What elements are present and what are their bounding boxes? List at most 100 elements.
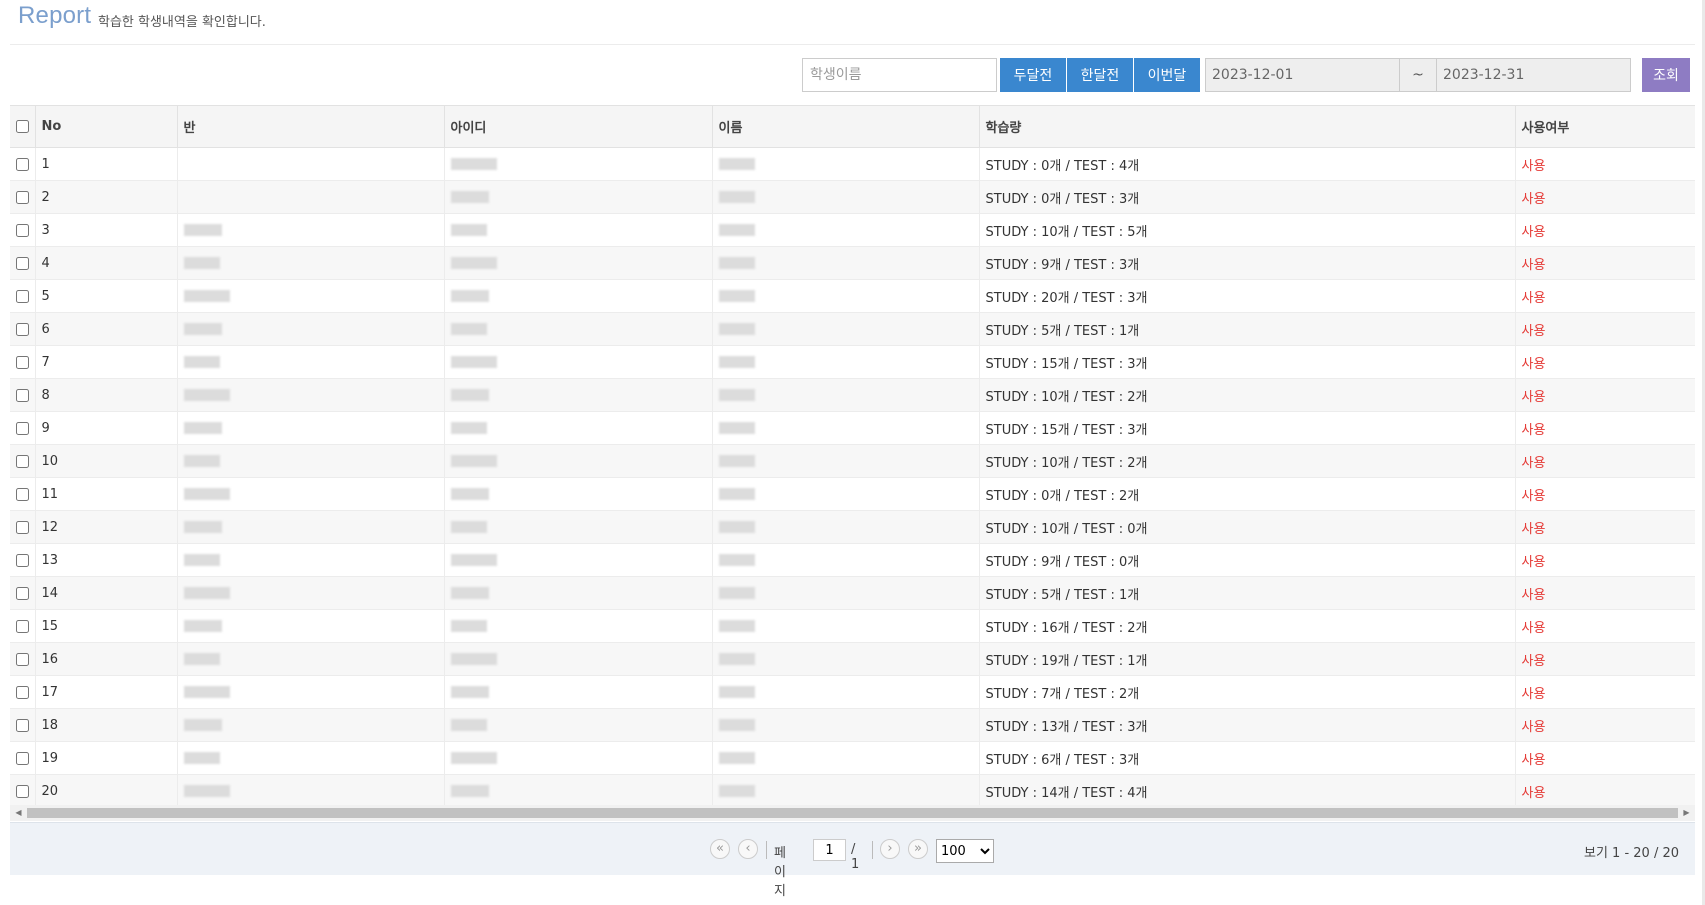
redacted-name [718,389,755,401]
row-checkbox[interactable] [15,586,29,600]
row-checkbox[interactable] [15,487,29,501]
row-id [444,312,713,346]
row-study-amount: STUDY : 19개 / TEST : 1개 [979,642,1516,676]
start-date-input[interactable]: 2023-12-01 [1205,58,1400,92]
row-checkbox[interactable] [15,751,29,765]
table-row[interactable]: 10 STUDY : 10개 / TEST : 2개 사용 [10,444,1695,478]
row-class [177,510,445,544]
redacted-class [183,620,222,632]
redacted-class [183,752,220,764]
search-button[interactable]: 조회 [1642,58,1690,92]
row-id [444,411,713,445]
end-date-input[interactable]: 2023-12-31 [1436,58,1631,92]
table-row[interactable]: 8 STUDY : 10개 / TEST : 2개 사용 [10,378,1695,412]
table-row[interactable]: 7 STUDY : 15개 / TEST : 3개 사용 [10,345,1695,379]
table-row[interactable]: 4 STUDY : 9개 / TEST : 3개 사용 [10,246,1695,280]
table-row[interactable]: 17 STUDY : 7개 / TEST : 2개 사용 [10,675,1695,709]
row-number: 13 [35,543,178,577]
table-row[interactable]: 2 STUDY : 0개 / TEST : 3개 사용 [10,180,1695,214]
page-size-select[interactable]: 100 [936,839,994,863]
this-month-button[interactable]: 이번달 [1134,58,1200,92]
row-number: 17 [35,675,178,709]
table-row[interactable]: 18 STUDY : 13개 / TEST : 3개 사용 [10,708,1695,742]
column-header-no[interactable]: No [35,105,178,148]
row-checkbox[interactable] [15,355,29,369]
table-row[interactable]: 5 STUDY : 20개 / TEST : 3개 사용 [10,279,1695,313]
redacted-class [183,323,222,335]
table-row[interactable]: 16 STUDY : 19개 / TEST : 1개 사용 [10,642,1695,676]
table-row[interactable]: 1 STUDY : 0개 / TEST : 4개 사용 [10,147,1695,181]
column-header-id[interactable]: 아이디 [444,105,713,148]
one-month-ago-button[interactable]: 한달전 [1067,58,1133,92]
column-header-usage[interactable]: 사용여부 [1515,105,1695,148]
select-all-checkbox[interactable] [15,120,29,133]
redacted-name [718,752,755,764]
row-checkbox[interactable] [15,553,29,567]
row-checkbox[interactable] [15,520,29,534]
row-class [177,609,445,643]
horizontal-scrollbar[interactable]: ◀ ▶ [10,805,1695,821]
row-name [712,213,980,247]
row-checkbox[interactable] [15,256,29,270]
table-row[interactable]: 12 STUDY : 10개 / TEST : 0개 사용 [10,510,1695,544]
table-row[interactable]: 15 STUDY : 16개 / TEST : 2개 사용 [10,609,1695,643]
row-usage-status: 사용 [1515,312,1695,346]
table-row[interactable]: 19 STUDY : 6개 / TEST : 3개 사용 [10,741,1695,775]
row-number: 6 [35,312,178,346]
redacted-class [183,389,230,401]
row-name [712,180,980,214]
row-checkbox[interactable] [15,718,29,732]
table-row[interactable]: 11 STUDY : 0개 / TEST : 2개 사용 [10,477,1695,511]
row-checkbox[interactable] [15,421,29,435]
row-class [177,246,445,280]
row-checkbox[interactable] [15,454,29,468]
double-chevron-right-icon[interactable]: » [908,839,928,859]
row-checkbox[interactable] [15,652,29,666]
row-number: 18 [35,708,178,742]
current-page-input[interactable] [813,839,846,861]
student-name-search-input[interactable] [802,58,997,92]
scrollbar-thumb[interactable] [27,808,1678,818]
row-id [444,741,713,775]
scroll-left-icon[interactable]: ◀ [10,805,27,821]
table-row[interactable]: 20 STUDY : 14개 / TEST : 4개 사용 [10,774,1695,808]
redacted-id [450,719,487,731]
row-checkbox[interactable] [15,223,29,237]
column-header-class[interactable]: 반 [177,105,445,148]
row-checkbox[interactable] [15,322,29,336]
row-name [712,312,980,346]
row-usage-status: 사용 [1515,477,1695,511]
two-months-ago-button[interactable]: 두달전 [1000,58,1066,92]
table-row[interactable]: 13 STUDY : 9개 / TEST : 0개 사용 [10,543,1695,577]
table-row[interactable]: 9 STUDY : 15개 / TEST : 3개 사용 [10,411,1695,445]
column-header-name[interactable]: 이름 [712,105,980,148]
page-header: Report 학습한 학생내역을 확인합니다. [10,0,1695,45]
redacted-name [718,785,755,797]
row-checkbox[interactable] [15,157,29,171]
row-checkbox[interactable] [15,289,29,303]
chevron-left-icon[interactable]: ‹ [738,839,758,859]
row-class [177,675,445,709]
row-checkbox[interactable] [15,388,29,402]
row-number: 19 [35,741,178,775]
row-checkbox[interactable] [15,685,29,699]
row-checkbox[interactable] [15,619,29,633]
redacted-id [450,257,497,269]
scroll-right-icon[interactable]: ▶ [1678,805,1695,821]
row-study-amount: STUDY : 9개 / TEST : 3개 [979,246,1516,280]
table-row[interactable]: 6 STUDY : 5개 / TEST : 1개 사용 [10,312,1695,346]
row-checkbox[interactable] [15,784,29,798]
redacted-name [718,323,755,335]
chevron-right-icon[interactable]: › [880,839,900,859]
row-checkbox[interactable] [15,190,29,204]
row-select-cell [10,477,36,511]
table-row[interactable]: 14 STUDY : 5개 / TEST : 1개 사용 [10,576,1695,610]
row-select-cell [10,774,36,808]
column-header-study-amount[interactable]: 학습량 [979,105,1516,148]
row-usage-status: 사용 [1515,741,1695,775]
table-row[interactable]: 3 STUDY : 10개 / TEST : 5개 사용 [10,213,1695,247]
redacted-name [718,191,755,203]
redacted-id [450,620,487,632]
double-chevron-left-icon[interactable]: « [710,839,730,859]
row-name [712,741,980,775]
